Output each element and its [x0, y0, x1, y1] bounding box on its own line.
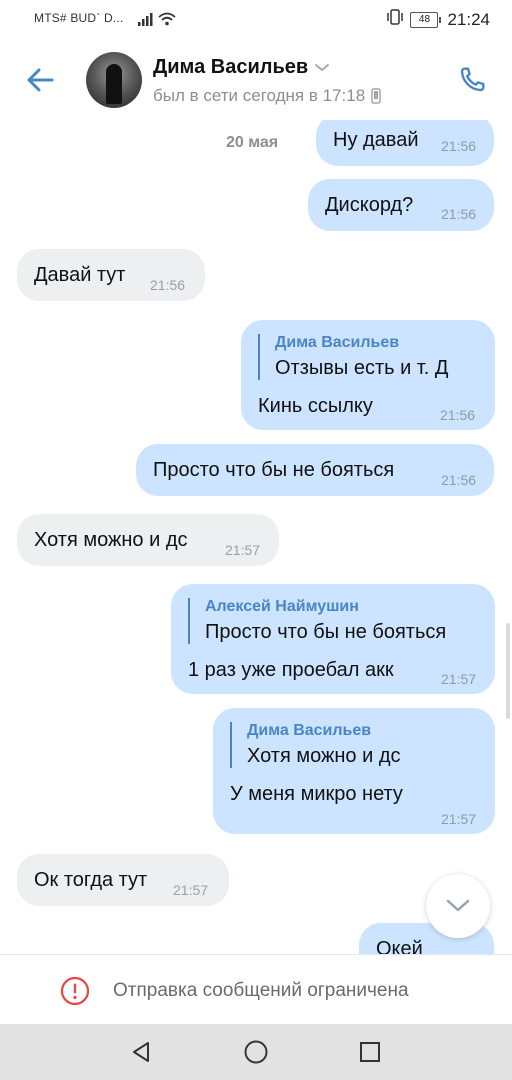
reply-quote[interactable]: Алексей Наймушин Просто что бы не боятьс…: [188, 598, 446, 644]
message-bubble-incoming[interactable]: Хотя можно и дс 21:57: [17, 514, 279, 566]
message-bubble-outgoing[interactable]: Дима Васильев Хотя можно и дс У меня мик…: [213, 708, 495, 834]
message-time: 21:56: [150, 277, 186, 293]
message-text: У меня микро нету: [230, 783, 403, 805]
reply-text: Отзывы есть и т. Д: [275, 357, 449, 379]
avatar[interactable]: [86, 52, 142, 108]
vibrate-icon: [386, 9, 404, 30]
reply-author: Дима Васильев: [275, 334, 400, 351]
call-button[interactable]: [452, 60, 492, 100]
phone-icon: [460, 67, 485, 92]
contact-name-row[interactable]: Дима Васильев: [153, 56, 330, 79]
message-bubble-incoming[interactable]: Ок тогда тут 21:57: [17, 854, 229, 906]
message-time: 21:57: [225, 542, 261, 558]
message-time: 21:56: [441, 472, 477, 488]
contact-name: Дима Васильев: [153, 56, 309, 78]
status-bar: MTS# BUD` D... 48 21:24: [0, 0, 512, 40]
message-bubble-outgoing[interactable]: Дискорд? 21:56: [308, 179, 494, 231]
message-time: 21:56: [441, 206, 477, 222]
message-time: 21:57: [441, 811, 477, 827]
message-text: Ну давай: [333, 129, 419, 151]
scroll-to-bottom-button[interactable]: [426, 874, 490, 938]
date-label: 20 мая: [226, 134, 279, 151]
reply-author: Алексей Наймушин: [205, 598, 359, 615]
chevron-down-icon: [315, 63, 330, 71]
system-navigation-bar: [0, 1024, 512, 1080]
scrollbar[interactable]: [506, 623, 510, 719]
chat-header: Дима Васильев был в сети сегодня в 17:18: [0, 40, 512, 121]
nav-recents-button[interactable]: [357, 1039, 383, 1065]
reply-text: Просто что бы не бояться: [205, 621, 447, 643]
message-bubble-outgoing[interactable]: Алексей Наймушин Просто что бы не боятьс…: [171, 584, 495, 694]
carrier-label: MTS# BUD` D...: [34, 11, 124, 25]
reply-quote[interactable]: Дима Васильев Хотя можно и дс: [230, 722, 401, 768]
chevron-down-icon: [446, 899, 470, 912]
square-recents-icon: [360, 1042, 380, 1062]
message-bubble-outgoing[interactable]: Ну давай 21:56: [316, 120, 494, 166]
messaging-restricted-banner: Отправка сообщений ограничена: [0, 954, 512, 1025]
back-button[interactable]: [20, 62, 60, 98]
message-text: Хотя можно и дс: [34, 529, 188, 551]
message-text: Просто что бы не бояться: [153, 459, 395, 481]
message-text: Ок тогда тут: [34, 869, 148, 891]
message-bubble-incoming[interactable]: Давай тут 21:56: [17, 249, 205, 301]
message-text: 1 раз уже проебал акк: [188, 659, 394, 681]
battery-level: 48: [410, 11, 439, 28]
reply-author: Дима Васильев: [247, 722, 372, 739]
battery-icon: 48: [410, 11, 442, 28]
message-bubble-outgoing[interactable]: Просто что бы не бояться 21:56: [136, 444, 494, 496]
nav-home-button[interactable]: [243, 1039, 269, 1065]
last-seen-status: был в сети сегодня в 17:18: [153, 86, 366, 105]
message-time: 21:56: [441, 138, 477, 154]
reply-quote[interactable]: Дима Васильев Отзывы есть и т. Д: [258, 334, 448, 380]
reply-text: Хотя можно и дс: [247, 745, 401, 767]
message-text: Дискорд?: [325, 194, 414, 216]
contact-status-row: был в сети сегодня в 17:18: [153, 86, 381, 106]
message-time: 21:57: [173, 882, 209, 898]
message-time: 21:56: [440, 407, 476, 423]
message-bubble-outgoing[interactable]: Дима Васильев Отзывы есть и т. Д Кинь сс…: [241, 320, 495, 430]
status-time: 21:24: [447, 9, 490, 29]
nav-back-button[interactable]: [128, 1039, 154, 1065]
triangle-back-icon: [133, 1042, 149, 1062]
arrow-left-icon: [27, 68, 54, 92]
message-text: Окей: [376, 938, 423, 954]
message-text: Давай тут: [34, 264, 126, 286]
message-list[interactable]: 20 мая Ну давай 21:56 Дискорд? 21:56 Дав…: [0, 120, 512, 954]
signal-wifi-icon: [138, 11, 178, 32]
circle-home-icon: [244, 1040, 268, 1064]
restriction-text: Отправка сообщений ограничена: [113, 980, 409, 1001]
exclamation-circle-icon: [60, 976, 90, 1011]
mobile-device-icon: [371, 88, 381, 104]
message-text: Кинь ссылку: [258, 395, 373, 417]
message-time: 21:57: [441, 671, 477, 687]
